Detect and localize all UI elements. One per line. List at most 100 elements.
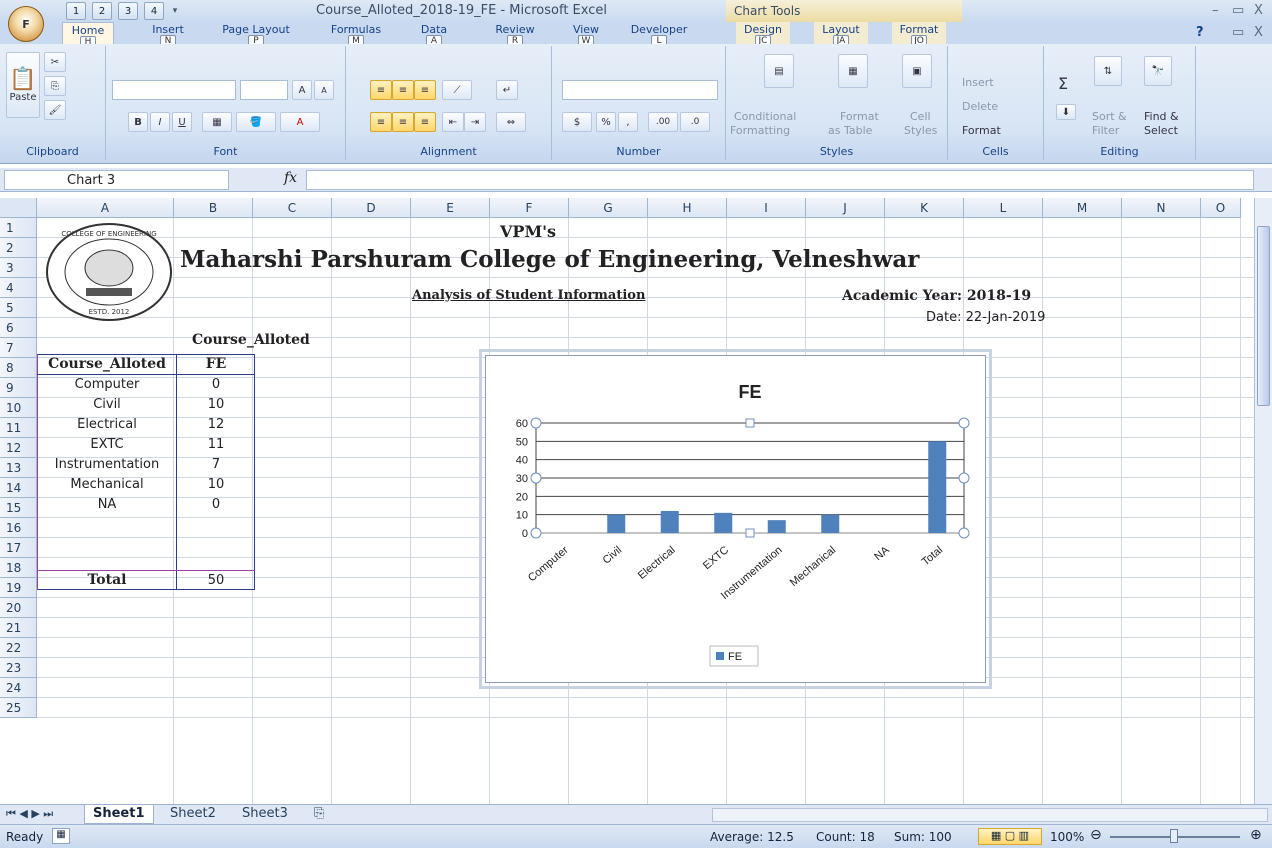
- insert-cells-button[interactable]: Insert: [962, 76, 994, 89]
- course-cell[interactable]: EXTC: [38, 435, 176, 454]
- fe-cell[interactable]: [177, 515, 255, 534]
- delete-cells-button[interactable]: Delete: [962, 100, 998, 113]
- header-fe[interactable]: FE: [177, 355, 255, 374]
- format-as-table-label2[interactable]: as Table: [828, 124, 872, 137]
- tab-view[interactable]: View W: [566, 22, 606, 48]
- course-cell[interactable]: [38, 515, 176, 534]
- zoom-out-icon[interactable]: ⊖: [1090, 827, 1102, 843]
- orientation-icon[interactable]: ⟋: [442, 80, 472, 100]
- align-left-icon[interactable]: ≡: [370, 112, 392, 132]
- row-header[interactable]: 21: [0, 618, 37, 638]
- format-painter-icon[interactable]: 🖌: [44, 100, 66, 120]
- copy-icon[interactable]: ⎘: [44, 76, 66, 96]
- row-header[interactable]: 2: [0, 238, 37, 258]
- wrap-text-icon[interactable]: ↵: [496, 80, 518, 100]
- tab-layout[interactable]: Layout JA: [814, 22, 868, 48]
- row-header[interactable]: 20: [0, 598, 37, 618]
- font-name-combo[interactable]: [112, 80, 236, 100]
- row-header[interactable]: 23: [0, 658, 37, 678]
- row-header[interactable]: 7: [0, 338, 37, 358]
- column-header[interactable]: D: [332, 198, 411, 218]
- row-header[interactable]: 24: [0, 678, 37, 698]
- redo-icon[interactable]: 3: [118, 2, 138, 20]
- course-cell[interactable]: Mechanical: [38, 475, 176, 494]
- percent-button[interactable]: %: [596, 112, 616, 132]
- total-label[interactable]: Total: [38, 571, 176, 590]
- zoom-in-icon[interactable]: ⊕: [1250, 827, 1262, 843]
- font-color-button[interactable]: A: [280, 112, 320, 132]
- row-header[interactable]: 6: [0, 318, 37, 338]
- tab-insert[interactable]: Insert N: [144, 22, 192, 48]
- increase-decimal-button[interactable]: .00: [648, 112, 678, 132]
- sheet-nav-icon[interactable]: ⏮ ◀ ▶ ⏭: [6, 807, 53, 821]
- tab-formulas[interactable]: Formulas M: [328, 22, 384, 48]
- tab-developer[interactable]: Developer L: [624, 22, 694, 48]
- view-mode-icons[interactable]: ▦ ▢ ▥: [978, 828, 1042, 845]
- close-button[interactable]: X: [1254, 3, 1263, 18]
- align-center-icon[interactable]: ≡: [392, 112, 414, 132]
- row-header[interactable]: 14: [0, 478, 37, 498]
- vertical-scroll-thumb[interactable]: [1257, 226, 1270, 406]
- fe-cell[interactable]: 10: [177, 475, 255, 494]
- select-all-button[interactable]: [0, 198, 37, 218]
- course-cell[interactable]: Instrumentation: [38, 455, 176, 474]
- column-header[interactable]: I: [727, 198, 806, 218]
- sort-filter-label2[interactable]: Filter: [1092, 124, 1119, 137]
- cut-icon[interactable]: ✂: [44, 52, 66, 72]
- underline-button[interactable]: U: [172, 112, 192, 132]
- column-header[interactable]: J: [806, 198, 885, 218]
- row-header[interactable]: 5: [0, 298, 37, 318]
- horizontal-scrollbar[interactable]: [712, 808, 1268, 822]
- save-icon[interactable]: 1: [66, 2, 86, 20]
- row-header[interactable]: 25: [0, 698, 37, 718]
- align-bottom-icon[interactable]: ≡: [414, 80, 436, 100]
- column-header[interactable]: M: [1043, 198, 1122, 218]
- currency-button[interactable]: $: [562, 112, 592, 132]
- autosum-button[interactable]: Σ: [1058, 74, 1068, 93]
- row-header[interactable]: 15: [0, 498, 37, 518]
- row-header[interactable]: 13: [0, 458, 37, 478]
- row-header[interactable]: 22: [0, 638, 37, 658]
- grow-font-button[interactable]: A: [292, 80, 312, 100]
- column-header[interactable]: F: [490, 198, 569, 218]
- italic-button[interactable]: I: [150, 112, 170, 132]
- align-middle-icon[interactable]: ≡: [392, 80, 414, 100]
- fe-cell[interactable]: 0: [177, 375, 255, 394]
- ribbon-restore-button[interactable]: ▭: [1232, 25, 1244, 40]
- header-course[interactable]: Course_Alloted: [38, 355, 176, 374]
- fe-cell[interactable]: 10: [177, 395, 255, 414]
- worksheet-grid[interactable]: ABCDEFGHIJKLMNO 1 2 3 4 5 6 7 8 9 10 11 12 13 14 15 16 1…: [0, 198, 1254, 804]
- formula-input[interactable]: [306, 170, 1254, 190]
- vertical-scrollbar[interactable]: [1254, 198, 1272, 804]
- tab-page-layout[interactable]: Page Layout P: [218, 22, 294, 48]
- column-header[interactable]: G: [569, 198, 648, 218]
- paste-button[interactable]: 📋 Paste: [6, 52, 40, 118]
- format-cells-button[interactable]: Format: [962, 124, 1001, 137]
- total-value[interactable]: 50: [177, 571, 255, 590]
- find-select-icon[interactable]: 🔭: [1144, 56, 1172, 86]
- sheet-tab-3[interactable]: Sheet3: [234, 805, 296, 824]
- column-header[interactable]: H: [648, 198, 727, 218]
- comma-button[interactable]: ,: [618, 112, 638, 132]
- row-header[interactable]: 1: [0, 218, 37, 238]
- column-header[interactable]: A: [37, 198, 174, 218]
- office-button[interactable]: F: [8, 6, 44, 42]
- conditional-formatting-icon[interactable]: ▤: [764, 54, 794, 88]
- fe-cell[interactable]: 11: [177, 435, 255, 454]
- align-top-icon[interactable]: ≡: [370, 80, 392, 100]
- fe-cell[interactable]: 0: [177, 495, 255, 514]
- undo-icon[interactable]: 2: [92, 2, 112, 20]
- tab-design[interactable]: Design JC: [736, 22, 790, 48]
- decrease-decimal-button[interactable]: .0: [680, 112, 710, 132]
- cell-styles-icon[interactable]: ▣: [902, 54, 932, 88]
- print-preview-icon[interactable]: 4: [144, 2, 164, 20]
- help-icon[interactable]: ?: [1196, 25, 1204, 40]
- row-header[interactable]: 9: [0, 378, 37, 398]
- row-header[interactable]: 16: [0, 518, 37, 538]
- sheet-tab-2[interactable]: Sheet2: [162, 805, 224, 824]
- conditional-formatting-label2[interactable]: Formatting: [730, 124, 790, 137]
- column-header[interactable]: O: [1201, 198, 1241, 218]
- column-header[interactable]: L: [964, 198, 1043, 218]
- fill-icon[interactable]: ⬇: [1056, 104, 1076, 120]
- chart-area[interactable]: FE 0 10 20 30 40 50 60 Computer Civil Electrical EX…: [485, 355, 986, 683]
